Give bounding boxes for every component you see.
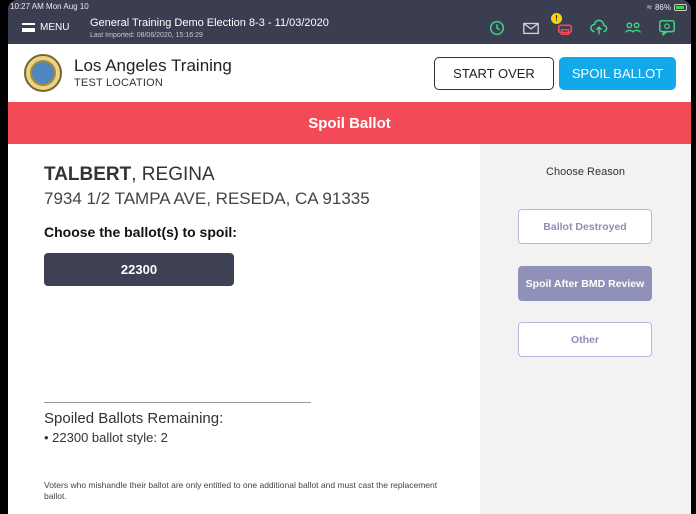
wifi-icon: ≈ — [647, 2, 652, 12]
users-icon[interactable] — [623, 18, 643, 38]
divider — [44, 402, 311, 403]
printer-icon[interactable]: ! — [551, 13, 575, 38]
choose-reason-label: Choose Reason — [546, 166, 625, 178]
seal-emblem — [30, 60, 56, 86]
election-title: General Training Demo Election 8-3 - 11/… — [90, 17, 329, 29]
toolbar-icons: ! — [487, 13, 677, 38]
ballot-style-button[interactable]: 22300 — [44, 253, 234, 286]
remaining-title: Spoiled Ballots Remaining: — [44, 410, 224, 427]
replacement-notice: Voters who mishandle their ballot are on… — [44, 480, 438, 501]
chat-icon[interactable] — [657, 18, 677, 38]
app-frame: 10:27 AM Mon Aug 10 ≈ 86% MENU General T… — [8, 0, 691, 514]
location-header: Los Angeles Training TEST LOCATION START… — [8, 44, 691, 102]
reason-ballot-destroyed-button[interactable]: Ballot Destroyed — [518, 209, 652, 244]
reason-panel: Choose Reason Ballot Destroyed Spoil Aft… — [480, 144, 691, 514]
reason-other-button[interactable]: Other — [518, 322, 652, 357]
reason-spoil-after-bmd-review-button[interactable]: Spoil After BMD Review — [518, 266, 652, 301]
org-name: Los Angeles Training — [74, 56, 232, 75]
hamburger-icon — [22, 23, 35, 32]
county-seal-logo — [24, 54, 62, 92]
history-icon[interactable] — [487, 18, 507, 38]
menu-button[interactable]: MENU — [22, 22, 69, 33]
choose-ballot-label: Choose the ballot(s) to spoil: — [44, 224, 237, 240]
status-time: 10:27 AM Mon Aug 10 — [10, 2, 89, 11]
voter-name: TALBERT, REGINA — [44, 164, 215, 186]
alert-badge: ! — [551, 13, 562, 24]
status-indicators: ≈ 86% — [647, 2, 687, 12]
mail-icon[interactable] — [521, 18, 541, 38]
voter-first-name: , REGINA — [131, 164, 215, 185]
main-content: TALBERT, REGINA 7934 1/2 TAMPA AVE, RESE… — [8, 144, 480, 514]
battery-percent: 86% — [654, 2, 671, 12]
voter-last-name: TALBERT — [44, 164, 132, 185]
page-title: Spoil Ballot — [8, 102, 691, 144]
location-name: TEST LOCATION — [74, 77, 163, 89]
spoil-ballot-button[interactable]: SPOIL BALLOT — [559, 57, 676, 90]
remaining-item: • 22300 ballot style: 2 — [44, 430, 168, 445]
top-bar: 10:27 AM Mon Aug 10 ≈ 86% MENU General T… — [8, 0, 691, 44]
menu-label: MENU — [40, 22, 70, 33]
cloud-upload-icon[interactable] — [589, 18, 609, 38]
last-imported: Last Imported: 08/06/2020, 15:16:29 — [90, 32, 203, 39]
start-over-button[interactable]: START OVER — [434, 57, 554, 90]
voter-address: 7934 1/2 TAMPA AVE, RESEDA, CA 91335 — [44, 189, 370, 208]
battery-icon — [674, 3, 687, 11]
